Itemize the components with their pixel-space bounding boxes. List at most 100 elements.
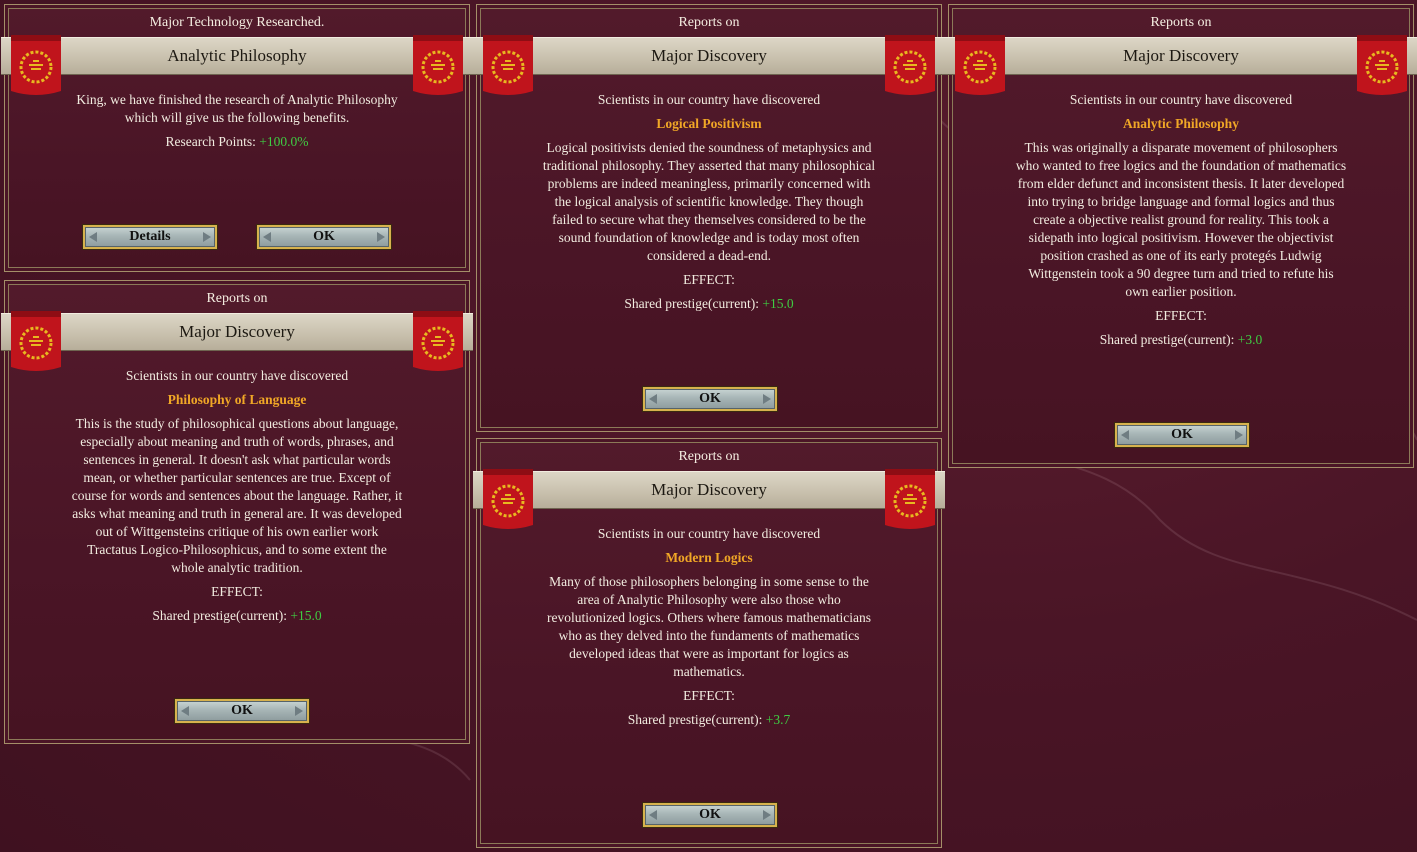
description-line: This is the study of philosophical quest… [75, 416, 399, 431]
description-line: problems are indeed meaningless, primari… [547, 176, 871, 191]
description-line: Wittgenstein took a 90 degree turn and t… [1028, 266, 1334, 281]
discovery-intro: Scientists in our country have discovere… [597, 92, 821, 107]
prestige-row: Shared prestige(current): +15.0 [5, 607, 469, 625]
description-line: area of Analytic Philosophy were also th… [577, 592, 841, 607]
description-line: especially about meaning and truth of wo… [80, 434, 394, 449]
tech-researched-panel: Major Technology Researched. Analytic Ph… [1, 4, 473, 272]
laurel-banner-icon [413, 311, 463, 371]
laurel-banner-icon [483, 469, 533, 529]
effect-label: EFFECT: [1155, 308, 1207, 323]
discovery-description: This was originally a disparate movement… [949, 139, 1413, 301]
description-line: mean, or whether particular sentences ar… [83, 470, 391, 485]
description-line: sound foundation of knowledge and is tod… [558, 230, 860, 245]
prestige-value: +3.0 [1237, 332, 1263, 347]
message-line: which will give us the following benefit… [124, 110, 350, 125]
research-points-value: +100.0% [259, 134, 309, 149]
description-line: sentences in general. It doesn't ask wha… [83, 452, 391, 467]
prestige-row: Shared prestige(current): +3.7 [477, 711, 941, 729]
description-line: revolutionized logics. Others where famo… [547, 610, 871, 625]
description-line: asks what meaning and truth in general a… [72, 506, 402, 521]
ok-button[interactable]: OK [643, 803, 777, 827]
description-line: into trying to bridge language and forma… [1027, 194, 1335, 209]
description-line: the logical analysis of scientific knowl… [554, 194, 864, 209]
panel-title: Major Discovery [179, 322, 295, 341]
ok-button[interactable]: OK [257, 225, 391, 249]
discovery-intro: Scientists in our country have discovere… [1069, 92, 1293, 107]
ok-button[interactable]: OK [643, 387, 777, 411]
discovery-name: Philosophy of Language [167, 392, 307, 407]
discovery-description: This is the study of philosophical quest… [5, 415, 469, 577]
ok-button[interactable]: OK [175, 699, 309, 723]
laurel-banner-icon [413, 35, 463, 95]
description-line: Many of those philosophers belonging in … [549, 574, 869, 589]
prestige-label: Shared prestige(current): [152, 608, 287, 623]
prestige-value: +3.7 [765, 712, 791, 727]
panel-title: Major Discovery [1123, 46, 1239, 65]
details-button[interactable]: Details [83, 225, 217, 249]
title-bar: Major Discovery [1, 313, 473, 351]
description-line: traditional philosophy. They asserted th… [542, 158, 876, 173]
message-line: King, we have finished the research of A… [76, 92, 398, 107]
title-bar: Major Discovery [945, 37, 1417, 75]
prestige-label: Shared prestige(current): [627, 712, 763, 727]
discovery-name: Modern Logics [665, 550, 753, 565]
discovery-description: Many of those philosophers belonging in … [477, 573, 941, 681]
description-line: course for words and sentences about the… [71, 488, 403, 503]
description-line: This was originally a disparate movement… [1024, 140, 1338, 155]
description-line: considered a dead-end. [646, 248, 772, 263]
philosophy-of-language-panel: Reports on Major Discovery Scientists in… [1, 280, 473, 744]
logical-positivism-panel: Reports on Major Discovery Scientists in… [473, 4, 945, 432]
research-points-row: Research Points: +100.0% [5, 133, 469, 151]
laurel-banner-icon [885, 35, 935, 95]
panel-kicker: Major Technology Researched. [149, 15, 325, 30]
laurel-banner-icon [885, 469, 935, 529]
discovery-description: Logical positivists denied the soundness… [477, 139, 941, 265]
prestige-value: +15.0 [290, 608, 322, 623]
prestige-row: Shared prestige(current): +15.0 [477, 295, 941, 313]
description-line: sidepath into logical positivism. Howeve… [1028, 230, 1334, 245]
title-bar: Major Discovery [473, 37, 945, 75]
laurel-banner-icon [11, 35, 61, 95]
description-line: who as they delved into the fundaments o… [558, 628, 860, 643]
laurel-banner-icon [955, 35, 1005, 95]
panel-title: Analytic Philosophy [167, 46, 307, 65]
effect-label: EFFECT: [683, 272, 735, 287]
description-line: create a objective realist ground for re… [1033, 212, 1329, 227]
discovery-intro: Scientists in our country have discovere… [597, 526, 821, 541]
panel-kicker: Reports on [1150, 15, 1212, 30]
panel-message: King, we have finished the research of A… [5, 91, 469, 127]
analytic-philosophy-panel: Reports on Major Discovery Scientists in… [945, 4, 1417, 468]
discovery-name: Logical Positivism [656, 116, 762, 131]
laurel-banner-icon [1357, 35, 1407, 95]
title-bar: Analytic Philosophy [1, 37, 473, 75]
prestige-row: Shared prestige(current): +3.0 [949, 331, 1413, 349]
panel-kicker: Reports on [678, 15, 740, 30]
description-line: developed ideas that were as important f… [569, 646, 849, 661]
laurel-banner-icon [11, 311, 61, 371]
title-bar: Major Discovery [473, 471, 945, 509]
description-line: Logical positivists denied the soundness… [546, 140, 872, 155]
panel-kicker: Reports on [678, 449, 740, 464]
discovery-name: Analytic Philosophy [1123, 116, 1239, 131]
description-line: Tractatus Logico-Philosophicus, and to s… [87, 542, 387, 557]
description-line: whole analytic tradition. [171, 560, 303, 575]
description-line: who wanted to free logics and the founda… [1015, 158, 1347, 173]
description-line: out of Wittgensteins critique of his own… [95, 524, 379, 539]
description-line: own earlier position. [1125, 284, 1237, 299]
prestige-label: Shared prestige(current): [1099, 332, 1235, 347]
discovery-intro: Scientists in our country have discovere… [125, 368, 349, 383]
description-line: mathematics. [673, 664, 745, 679]
description-line: failed to secure what they themselves co… [552, 212, 866, 227]
laurel-banner-icon [483, 35, 533, 95]
panel-kicker: Reports on [206, 291, 268, 306]
panel-title: Major Discovery [651, 46, 767, 65]
ok-button[interactable]: OK [1115, 423, 1249, 447]
description-line: position crashed as one of its early pro… [1040, 248, 1322, 263]
effect-label: EFFECT: [211, 584, 263, 599]
effect-label: EFFECT: [683, 688, 735, 703]
modern-logics-panel: Reports on Major Discovery Scientists in… [473, 438, 945, 848]
research-points-label: Research Points: [165, 134, 256, 149]
prestige-value: +15.0 [762, 296, 794, 311]
panel-title: Major Discovery [651, 480, 767, 499]
prestige-label: Shared prestige(current): [624, 296, 759, 311]
